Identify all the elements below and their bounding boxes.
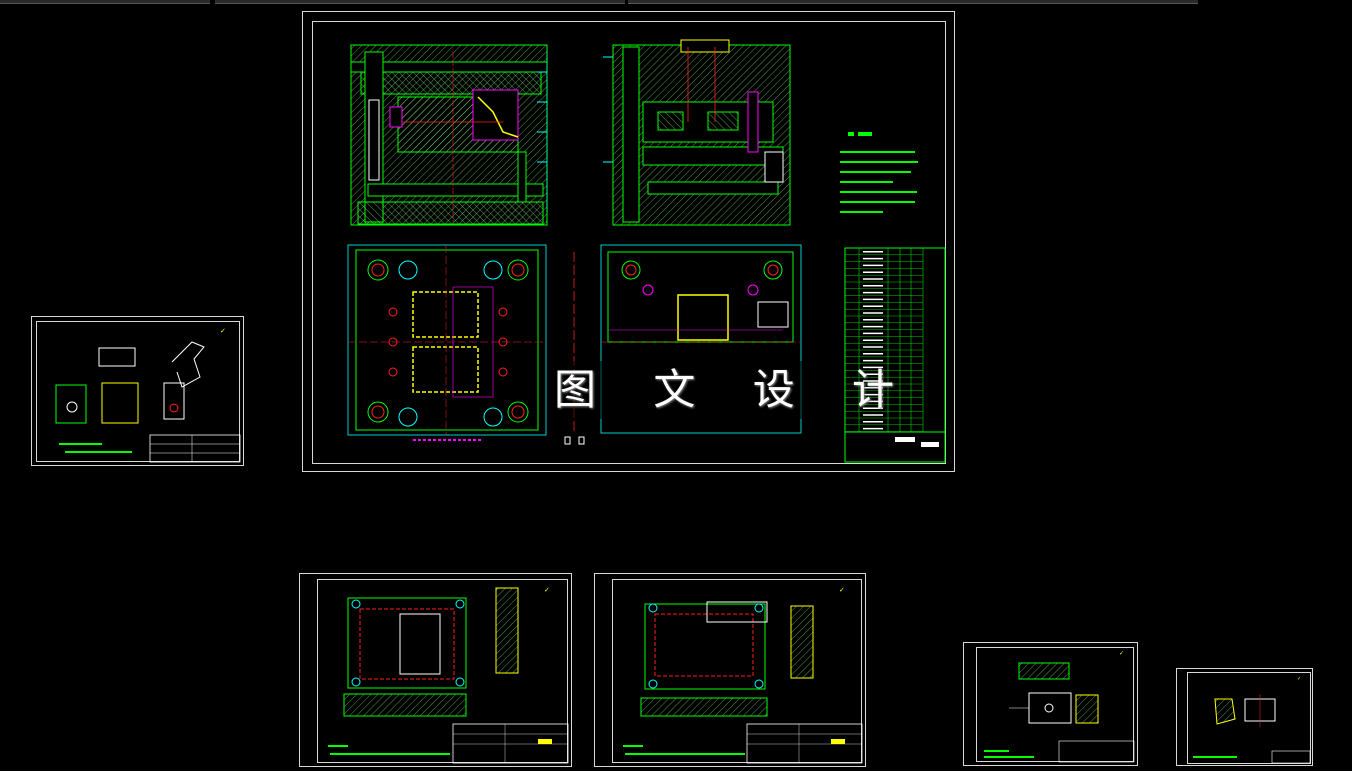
technical-requirements: [840, 132, 918, 213]
cavity-plate-sheet[interactable]: ✓: [594, 573, 866, 767]
roughness-symbol-icon: ✓: [220, 327, 226, 335]
watermark-text: 图 文 设 计: [554, 361, 894, 419]
insert-part-sheet[interactable]: ✓: [1176, 668, 1313, 766]
section-view-left: [350, 44, 548, 226]
toolbar-segment-1[interactable]: [0, 0, 210, 4]
roughness-symbol-icon-4: ✓: [1119, 650, 1124, 657]
roughness-symbol-icon-3: ✓: [839, 586, 845, 594]
slider-part-sheet[interactable]: ✓: [963, 642, 1138, 766]
section-view-right: [603, 39, 791, 226]
bill-of-materials: [844, 247, 946, 463]
roughness-symbol-icon-5: ✓: [1297, 676, 1301, 682]
part-bracket-sheet[interactable]: ✓: [31, 316, 244, 466]
bracket-drawing: ✓: [55, 327, 241, 463]
toolbar-segment-2[interactable]: [215, 0, 625, 4]
cavity-plate-drawing: ✓: [623, 586, 863, 764]
slider-drawing: ✓: [984, 650, 1135, 763]
insert-drawing: ✓: [1193, 676, 1311, 764]
top-toolbar-strip: [0, 0, 1352, 4]
core-plate-drawing: ✓: [328, 586, 569, 764]
roughness-symbol-icon-2: ✓: [544, 586, 550, 594]
core-plate-sheet[interactable]: ✓: [299, 573, 572, 767]
main-assembly-sheet[interactable]: 图 文 设 计: [302, 11, 955, 472]
toolbar-segment-3[interactable]: [628, 0, 1198, 4]
plan-view-left: [347, 244, 575, 441]
